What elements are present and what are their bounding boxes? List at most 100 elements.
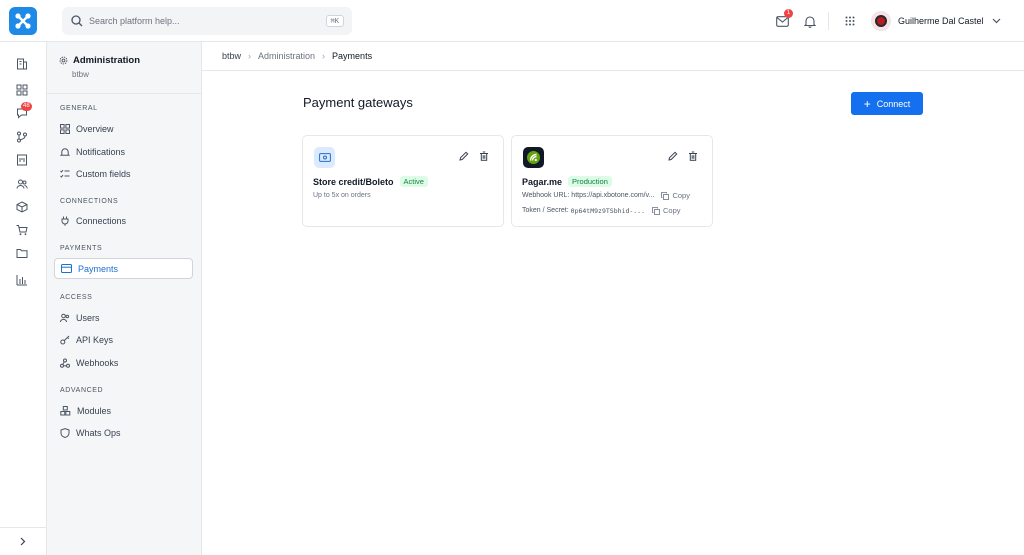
bell-icon xyxy=(804,15,816,28)
rail-buildings[interactable] xyxy=(15,57,29,71)
users-icon xyxy=(16,179,28,189)
report-icon xyxy=(17,154,27,166)
rail-orders[interactable] xyxy=(15,223,29,237)
sidebar-item-label: Connections xyxy=(76,215,127,226)
expand-rail-button[interactable] xyxy=(0,527,46,555)
gateway-description: Up to 5x on orders xyxy=(313,192,371,199)
sidebar-item-custom-fields[interactable]: Custom fields xyxy=(54,163,193,184)
rail-files[interactable] xyxy=(15,246,29,260)
copy-icon xyxy=(652,206,660,215)
bar-chart-icon xyxy=(16,275,27,286)
user-menu[interactable]: Guilherme Dal Castel xyxy=(871,11,1001,31)
icon-rail: 48 xyxy=(0,42,47,555)
gateway-name: Pagar.me xyxy=(522,176,563,187)
cash-icon xyxy=(314,147,335,168)
sidebar-item-label: Notifications xyxy=(76,146,126,157)
apps-button[interactable] xyxy=(842,13,858,29)
pencil-icon xyxy=(459,151,469,161)
dashboard-icon xyxy=(60,123,70,134)
breadcrumb-current: Payments xyxy=(332,51,373,61)
rail-reports[interactable] xyxy=(15,153,29,167)
gateway-name: Store credit/Boleto xyxy=(313,176,394,187)
rail-pipelines[interactable] xyxy=(15,130,29,144)
section-access: ACCESS xyxy=(60,294,93,301)
plug-icon xyxy=(61,216,69,226)
dashboard-icon xyxy=(16,84,28,96)
breadcrumb-separator: › xyxy=(248,51,252,61)
breadcrumb-separator: › xyxy=(322,51,326,61)
copy-token-button[interactable]: Copy xyxy=(652,206,681,215)
rail-analytics[interactable] xyxy=(15,273,29,287)
sidebar-item-notifications[interactable]: Notifications xyxy=(54,141,193,162)
breadcrumb-item[interactable]: Administration xyxy=(258,51,315,61)
mail-button[interactable]: 1 xyxy=(774,9,793,29)
pagarme-logo-icon xyxy=(523,147,544,168)
delete-button[interactable] xyxy=(687,150,699,162)
bell-icon xyxy=(60,147,70,156)
sidebar-item-label: Modules xyxy=(77,405,112,416)
sidebar-item-webhooks[interactable]: Webhooks xyxy=(54,352,193,373)
search-bar[interactable]: Search platform help... ⌘K xyxy=(62,7,352,35)
sidebar-item-label: Users xyxy=(76,312,100,323)
sidebar-subtitle: btbw xyxy=(72,70,89,79)
user-name: Guilherme Dal Castel xyxy=(898,16,984,26)
rail-messages[interactable]: 48 xyxy=(15,102,32,120)
section-general: GENERAL xyxy=(60,105,98,112)
copy-icon xyxy=(661,191,670,200)
copy-label: Copy xyxy=(663,206,681,215)
shield-icon xyxy=(60,427,70,438)
credit-card-icon xyxy=(61,264,72,273)
breadcrumb: btbw › Administration › Payments xyxy=(222,51,372,61)
rail-contacts[interactable] xyxy=(15,177,29,191)
gear-icon xyxy=(59,56,68,65)
gateway-title-row: Store credit/Boleto Active xyxy=(313,176,428,187)
breadcrumb-item[interactable]: btbw xyxy=(222,51,241,61)
users-icon xyxy=(60,313,70,322)
sidebar-item-whats-ops[interactable]: Whats Ops xyxy=(54,422,193,443)
mail-badge: 1 xyxy=(784,9,793,18)
avatar xyxy=(871,11,891,31)
box-icon xyxy=(16,201,28,213)
webhook-value: https://api.xbotone.com/v... xyxy=(571,192,655,199)
checklist-icon xyxy=(60,169,70,178)
app-logo[interactable] xyxy=(9,7,37,35)
main-content: btbw › Administration › Payments Payment… xyxy=(202,42,1024,555)
section-connections: CONNECTIONS xyxy=(60,198,119,205)
webhook-label: Webhook URL: xyxy=(522,192,570,199)
trash-icon xyxy=(480,151,488,161)
grid-dots-icon xyxy=(845,16,855,26)
edit-button[interactable] xyxy=(667,150,679,162)
gateway-title-row: Pagar.me Production xyxy=(522,176,612,187)
topbar-divider xyxy=(828,12,829,30)
trash-icon xyxy=(689,151,697,161)
sidebar-item-overview[interactable]: Overview xyxy=(54,118,193,139)
copy-webhook-button[interactable]: Copy xyxy=(661,191,690,200)
gateway-card-boleto[interactable]: Store credit/Boleto Active Up to 5x on o… xyxy=(302,135,504,227)
delete-button[interactable] xyxy=(478,150,490,162)
folder-icon xyxy=(16,249,28,258)
sidebar-item-connections[interactable]: Connections xyxy=(54,210,193,231)
edit-button[interactable] xyxy=(458,150,470,162)
token-value: 0p64tM9z9TSbhid-... xyxy=(570,206,646,215)
connect-button[interactable]: + Connect xyxy=(851,92,923,115)
gateway-card-pagarme[interactable]: Pagar.me Production Webhook URL: https:/… xyxy=(511,135,713,227)
section-advanced: ADVANCED xyxy=(60,387,104,394)
logo-icon xyxy=(15,13,31,29)
chevron-down-icon xyxy=(992,18,1000,24)
sidebar-item-modules[interactable]: Modules xyxy=(54,400,193,421)
sidebar-header: Administration btbw xyxy=(47,42,201,94)
rail-dashboard[interactable] xyxy=(15,83,29,97)
notifications-button[interactable] xyxy=(802,13,818,29)
cart-icon xyxy=(16,225,28,236)
webhook-icon xyxy=(60,358,70,368)
key-icon xyxy=(60,335,70,344)
search-placeholder: Search platform help... xyxy=(89,16,180,26)
rail-products[interactable] xyxy=(15,200,29,214)
webhook-url-row: Webhook URL: https://api.xbotone.com/v..… xyxy=(522,191,690,200)
section-payments: PAYMENTS xyxy=(60,245,103,252)
status-badge: Production xyxy=(568,176,612,187)
sidebar-item-api-keys[interactable]: API Keys xyxy=(54,329,193,350)
sidebar-item-users[interactable]: Users xyxy=(54,307,193,328)
sidebar-item-payments[interactable]: Payments xyxy=(54,258,193,279)
token-row: Token / Secret: 0p64tM9z9TSbhid-... Copy xyxy=(522,206,681,215)
